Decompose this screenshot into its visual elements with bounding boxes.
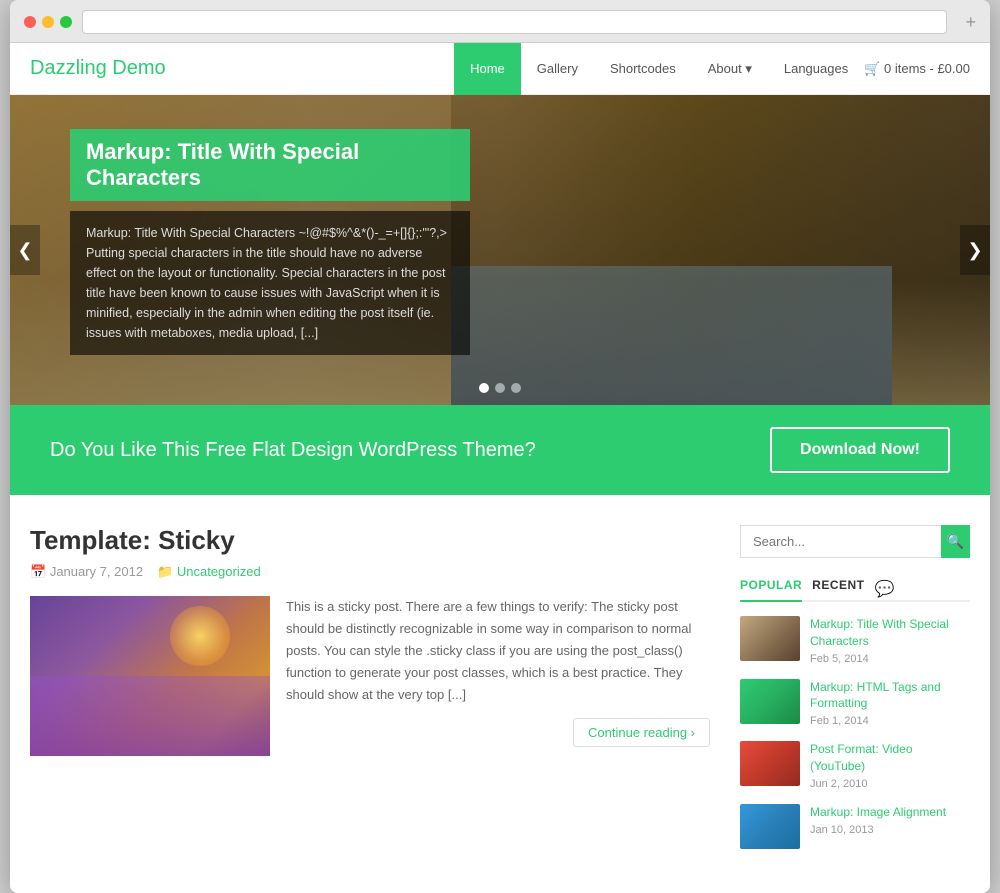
main-content: Template: Sticky 📅 January 7, 2012 📁 Unc…	[10, 495, 990, 893]
sidebar-post-date-2: Feb 1, 2014	[810, 715, 970, 727]
article-title: Template: Sticky	[30, 525, 710, 556]
article-image	[30, 596, 270, 756]
calendar-icon: 📅	[30, 564, 46, 579]
search-bar: 🔍	[740, 525, 970, 558]
nav-menu: Home Gallery Shortcodes About ▾ Language…	[454, 43, 970, 95]
site-logo[interactable]: Dazzling Demo	[30, 57, 454, 80]
hero-slider: ❮ ❯ Markup: Title With Special Character…	[10, 95, 990, 405]
cta-text: Do You Like This Free Flat Design WordPr…	[50, 439, 536, 462]
nav-item-home[interactable]: Home	[454, 43, 521, 95]
sidebar-post-title-4[interactable]: Markup: Image Alignment	[810, 804, 946, 821]
sidebar-post-1: Markup: Title With Special Characters Fe…	[740, 616, 970, 665]
sidebar-post-2: Markup: HTML Tags and Formatting Feb 1, …	[740, 679, 970, 728]
sidebar: 🔍 POPULAR RECENT 💬 Markup: Title With Sp…	[740, 525, 970, 863]
website: Dazzling Demo Home Gallery Shortcodes Ab…	[10, 43, 990, 893]
article-area: Template: Sticky 📅 January 7, 2012 📁 Unc…	[30, 525, 710, 863]
sidebar-post-info-4: Markup: Image Alignment Jan 10, 2013	[810, 804, 946, 836]
sidebar-post-info-1: Markup: Title With Special Characters Fe…	[810, 616, 970, 665]
new-tab-button[interactable]: +	[965, 12, 976, 33]
slider-next-button[interactable]: ❯	[960, 225, 990, 275]
nav-item-gallery[interactable]: Gallery	[521, 43, 594, 95]
slider-dot-3[interactable]	[511, 383, 521, 393]
meta-date: 📅 January 7, 2012	[30, 564, 143, 580]
comments-icon[interactable]: 💬	[875, 579, 895, 599]
sidebar-post-info-2: Markup: HTML Tags and Formatting Feb 1, …	[810, 679, 970, 728]
nav-item-languages[interactable]: Languages	[768, 43, 864, 95]
sidebar-post-title-2[interactable]: Markup: HTML Tags and Formatting	[810, 679, 970, 713]
download-now-button[interactable]: Download Now!	[770, 427, 950, 473]
hero-content: Markup: Title With Special Characters Ma…	[70, 129, 470, 355]
flower-field	[30, 676, 270, 756]
sidebar-post-date-1: Feb 5, 2014	[810, 653, 970, 665]
tab-popular[interactable]: POPULAR	[740, 578, 802, 602]
slider-dots	[479, 383, 521, 393]
nav-item-shortcodes[interactable]: Shortcodes	[594, 43, 692, 95]
sidebar-post-image-2	[740, 679, 800, 724]
traffic-lights	[24, 16, 72, 28]
sidebar-post-4: Markup: Image Alignment Jan 10, 2013	[740, 804, 970, 849]
sidebar-post-image-4	[740, 804, 800, 849]
nav-item-about[interactable]: About ▾	[692, 43, 768, 95]
slider-dot-1[interactable]	[479, 383, 489, 393]
address-bar[interactable]	[82, 10, 947, 34]
meta-category: 📁 Uncategorized	[157, 564, 261, 580]
browser-chrome: +	[10, 0, 990, 43]
article-paragraph: This is a sticky post. There are a few t…	[286, 596, 710, 706]
minimize-button[interactable]	[42, 16, 54, 28]
folder-icon: 📁	[157, 564, 173, 579]
sidebar-post-title-3[interactable]: Post Format: Video (YouTube)	[810, 741, 970, 775]
sidebar-post-image-3	[740, 741, 800, 786]
continue-reading-link[interactable]: Continue reading ›	[573, 718, 710, 747]
article-body: This is a sticky post. There are a few t…	[30, 596, 710, 756]
hero-title: Markup: Title With Special Characters	[86, 139, 454, 191]
sidebar-tabs: POPULAR RECENT 💬	[740, 578, 970, 602]
sidebar-post-date-4: Jan 10, 2013	[810, 824, 946, 836]
tab-recent[interactable]: RECENT	[812, 578, 864, 602]
sky-glow	[170, 606, 230, 666]
sidebar-post-date-3: Jun 2, 2010	[810, 778, 970, 790]
sidebar-post-info-3: Post Format: Video (YouTube) Jun 2, 2010	[810, 741, 970, 790]
hero-desc-box: Markup: Title With Special Characters ~!…	[70, 211, 470, 355]
article-text: This is a sticky post. There are a few t…	[286, 596, 710, 756]
hero-title-box: Markup: Title With Special Characters	[70, 129, 470, 201]
search-button[interactable]: 🔍	[941, 525, 970, 558]
article-meta: 📅 January 7, 2012 📁 Uncategorized	[30, 564, 710, 580]
sidebar-post-image-1	[740, 616, 800, 661]
close-button[interactable]	[24, 16, 36, 28]
slider-prev-button[interactable]: ❮	[10, 225, 40, 275]
search-input[interactable]	[740, 525, 941, 558]
slider-dot-2[interactable]	[495, 383, 505, 393]
sidebar-post-title-1[interactable]: Markup: Title With Special Characters	[810, 616, 970, 650]
nav-cart[interactable]: 🛒 0 items - £0.00	[864, 61, 970, 77]
maximize-button[interactable]	[60, 16, 72, 28]
hero-description: Markup: Title With Special Characters ~!…	[86, 223, 454, 343]
navigation: Dazzling Demo Home Gallery Shortcodes Ab…	[10, 43, 990, 95]
sidebar-post-3: Post Format: Video (YouTube) Jun 2, 2010	[740, 741, 970, 790]
browser-window: + Dazzling Demo Home Gallery Shortcodes …	[10, 0, 990, 893]
cta-bar: Do You Like This Free Flat Design WordPr…	[10, 405, 990, 495]
